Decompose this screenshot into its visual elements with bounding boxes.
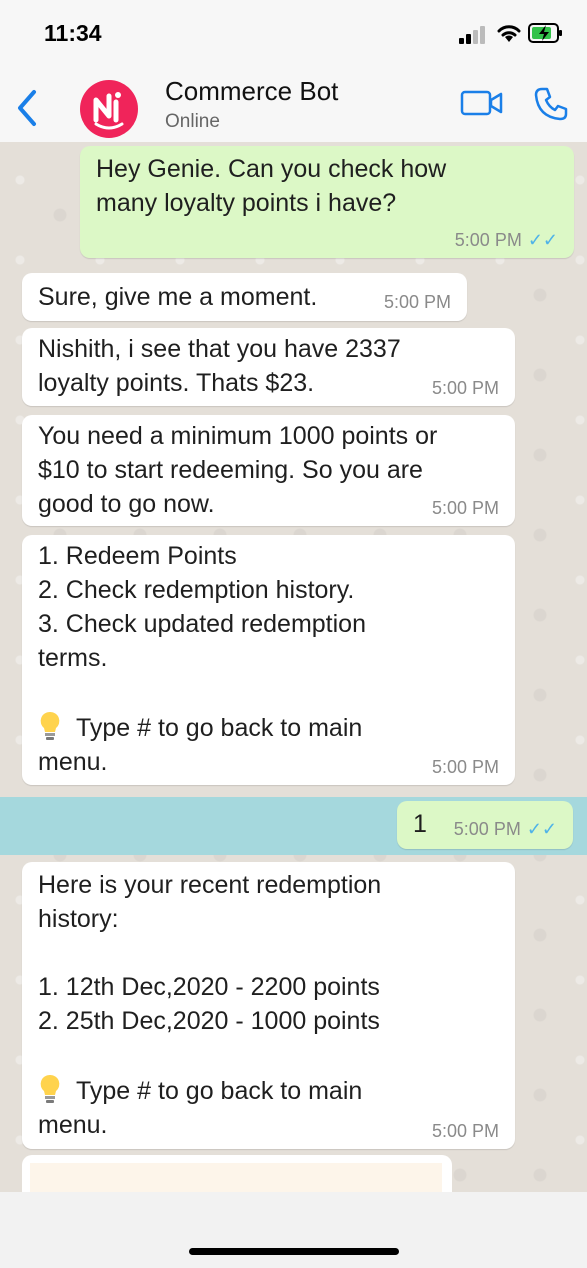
video-call-icon[interactable] [460, 88, 504, 118]
incoming-message[interactable]: Here is your recent redemption history: … [22, 862, 515, 1149]
message-time: 5:00 PM [383, 292, 451, 312]
message-timestamp: 5:00 PM ✓✓ [454, 819, 557, 839]
bottom-bar [0, 1192, 587, 1268]
lightbulb-icon [40, 1074, 60, 1103]
hint-text: Type # to go back to main menu. [38, 714, 363, 776]
double-check-icon: ✓✓ [527, 230, 558, 250]
message-hint: Type # to go back to main menu. [38, 710, 498, 779]
partial-card [30, 1163, 442, 1192]
incoming-message-partial[interactable] [22, 1155, 452, 1192]
message-time: 5:00 PM [431, 1121, 499, 1141]
lightbulb-icon [40, 711, 60, 740]
chat-status: Online [165, 111, 220, 132]
back-chevron-icon[interactable] [12, 88, 42, 128]
message-text: You need a minimum 1000 points or $10 to… [38, 422, 438, 518]
battery-charging-icon [528, 23, 562, 43]
wifi-icon [497, 25, 521, 42]
incoming-message[interactable]: Nishith, i see that you have 2337 loyalt… [22, 328, 515, 406]
chat-title[interactable]: Commerce Bot [165, 76, 338, 107]
message-time: 5:00 PM [453, 819, 521, 839]
bot-avatar-icon[interactable] [80, 80, 138, 138]
message-text: Sure, give me a moment. [38, 283, 318, 311]
status-bar: 11:34 [0, 0, 587, 66]
message-timestamp: 5:00 PM ✓✓ [455, 230, 558, 250]
message-text: Here is your recent redemption history: … [38, 871, 382, 1035]
message-text: 1. Redeem Points 2. Check redemption his… [38, 542, 366, 672]
cellular-signal-icon [459, 26, 485, 44]
message-time: 5:00 PM [431, 378, 499, 398]
bot-logo-icon [93, 92, 124, 130]
outgoing-message[interactable]: Hey Genie. Can you check how many loyalt… [80, 146, 574, 258]
message-text: Hey Genie. Can you check how many loyalt… [96, 155, 447, 217]
incoming-message[interactable]: You need a minimum 1000 points or $10 to… [22, 415, 515, 526]
outgoing-message[interactable]: 1 5:00 PM ✓✓ [397, 801, 573, 849]
hint-text: Type # to go back to main menu. [38, 1077, 363, 1139]
double-check-icon: ✓✓ [526, 819, 557, 839]
incoming-message[interactable]: Sure, give me a moment. 5:00 PM [22, 273, 467, 321]
chat-header: Commerce Bot Online [0, 66, 587, 142]
home-indicator[interactable] [189, 1248, 399, 1255]
message-hint: Type # to go back to main menu. [38, 1073, 498, 1142]
incoming-message[interactable]: 1. Redeem Points 2. Check redemption his… [22, 535, 515, 785]
message-text: Nishith, i see that you have 2337 loyalt… [38, 335, 401, 397]
message-text: 1 [413, 810, 427, 838]
message-time: 5:00 PM [431, 757, 499, 777]
phone-call-icon[interactable] [533, 86, 569, 122]
message-time: 5:00 PM [431, 498, 499, 518]
message-time: 5:00 PM [454, 230, 522, 250]
status-time: 11:34 [44, 20, 102, 46]
